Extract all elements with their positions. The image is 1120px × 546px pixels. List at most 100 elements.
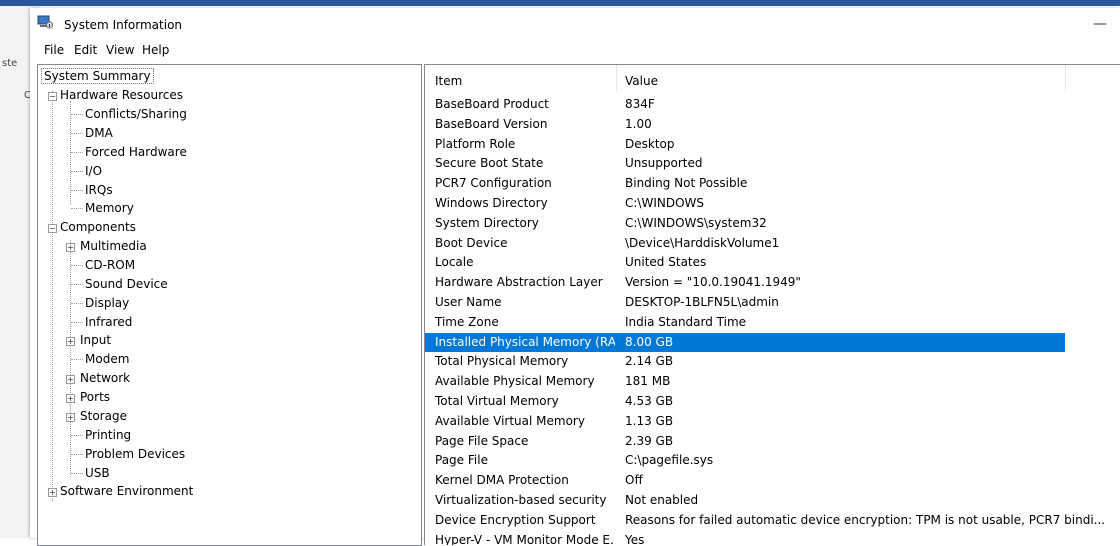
column-header-value[interactable]: Value	[625, 71, 658, 91]
tree-item-display[interactable]: Display	[85, 294, 129, 312]
system-information-window: System Information — File Edit View Help…	[30, 8, 1120, 546]
table-row[interactable]: Available Virtual Memory 1.13 GB	[425, 412, 1065, 432]
tree-item-irqs[interactable]: IRQs	[85, 181, 113, 199]
table-row[interactable]: Secure Boot State Unsupported	[425, 154, 1065, 174]
tree-connector	[71, 208, 83, 209]
menu-edit[interactable]: Edit	[74, 43, 97, 57]
tree-item-system-summary[interactable]: System Summary	[41, 67, 154, 85]
expand-icon[interactable]: +	[66, 394, 75, 403]
expand-icon[interactable]: +	[66, 413, 75, 422]
table-row[interactable]: Installed Physical Memory (RAM) 8.00 GB	[425, 332, 1065, 353]
column-divider[interactable]	[616, 65, 617, 91]
table-row[interactable]: Hardware Abstraction Layer Version = "10.…	[425, 273, 1065, 293]
table-row[interactable]: Locale United States	[425, 253, 1065, 273]
tree-connector	[71, 473, 83, 474]
tree-item-printing[interactable]: Printing	[85, 426, 131, 444]
row-value-cell: C:\WINDOWS\system32	[625, 215, 767, 230]
tree-item-memory[interactable]: Memory	[85, 199, 134, 217]
tree-connector	[71, 284, 83, 285]
tree-item-components[interactable]: Components	[60, 218, 136, 236]
tree-item-infrared[interactable]: Infrared	[85, 313, 132, 331]
tree-item-network[interactable]: Network	[80, 369, 130, 387]
row-item-cell: System Directory	[435, 215, 539, 230]
menu-file[interactable]: File	[44, 43, 64, 57]
table-row[interactable]: BaseBoard Product 834F	[425, 95, 1065, 115]
tree-item-hardware-resources[interactable]: Hardware Resources	[60, 86, 183, 104]
background-text-fragment: ste	[2, 58, 18, 69]
tree-item-modem[interactable]: Modem	[85, 350, 129, 368]
row-item-cell: Available Virtual Memory	[435, 413, 585, 428]
table-row[interactable]: Platform Role Desktop	[425, 135, 1065, 155]
tree-connector	[71, 303, 83, 304]
table-row[interactable]: Total Virtual Memory 4.53 GB	[425, 392, 1065, 412]
row-value-cell: 2.14 GB	[625, 354, 674, 369]
title-bar[interactable]: System Information —	[30, 8, 1120, 40]
tree-connector	[71, 190, 83, 191]
tree-item-ports[interactable]: Ports	[80, 388, 110, 406]
row-value-cell: 4.53 GB	[625, 394, 674, 408]
minimize-button[interactable]: —	[1090, 14, 1110, 34]
expand-icon[interactable]: +	[66, 375, 75, 384]
tree-item-usb[interactable]: USB	[85, 464, 110, 482]
row-item-cell: Page File Space	[435, 433, 529, 448]
table-row[interactable]: User Name DESKTOP-1BLFN5L\admin	[425, 293, 1065, 313]
column-header-item[interactable]: Item	[435, 71, 462, 91]
tree-item-input[interactable]: Input	[80, 331, 111, 349]
tree-connector	[71, 322, 83, 323]
collapse-icon[interactable]: −	[48, 224, 57, 233]
column-divider[interactable]	[1065, 65, 1066, 91]
row-value-cell: Desktop	[625, 136, 675, 151]
row-item-cell: Total Virtual Memory	[435, 394, 559, 408]
row-value-cell: Binding Not Possible	[625, 176, 748, 191]
details-list[interactable]: Item Value BaseBoard Product 834F BaseBoar…	[424, 64, 1120, 545]
expand-icon[interactable]: +	[66, 337, 75, 346]
category-tree[interactable]: System Summary − Hardware Resources Conf…	[37, 64, 422, 546]
table-row[interactable]: Windows Directory C:\WINDOWS	[425, 194, 1065, 214]
table-row[interactable]: Page File Space 2.39 GB	[425, 432, 1065, 452]
table-row[interactable]: Virtualization-based security Not enabled	[425, 491, 1065, 511]
table-row[interactable]: Page File C:\pagefile.sys	[425, 451, 1065, 471]
table-row[interactable]: Device Encryption Support Reasons for fai…	[425, 511, 1105, 531]
background-app-ribbon	[0, 0, 1120, 6]
tree-item-conflicts-sharing[interactable]: Conflicts/Sharing	[85, 105, 187, 123]
row-value-cell: C:\pagefile.sys	[625, 453, 714, 468]
row-value-cell: DESKTOP-1BLFN5L\admin	[625, 295, 779, 309]
table-row[interactable]: Time Zone India Standard Time	[425, 313, 1065, 333]
row-item-cell: Secure Boot State	[435, 156, 544, 171]
expand-icon[interactable]: +	[48, 488, 57, 497]
tree-item-io[interactable]: I/O	[85, 162, 102, 180]
row-item-cell: Locale	[435, 255, 474, 270]
row-value-cell: Not enabled	[625, 493, 699, 507]
tree-connector	[71, 435, 83, 436]
row-item-cell: Available Physical Memory	[435, 374, 595, 389]
tree-item-dma[interactable]: DMA	[85, 124, 113, 142]
tree-connector	[71, 265, 83, 266]
table-row[interactable]: Total Physical Memory 2.14 GB	[425, 352, 1065, 372]
table-row[interactable]: System Directory C:\WINDOWS\system32	[425, 214, 1065, 234]
collapse-icon[interactable]: −	[48, 92, 57, 101]
tree-item-multimedia[interactable]: Multimedia	[80, 237, 147, 255]
tree-item-sound-device[interactable]: Sound Device	[85, 275, 168, 293]
table-row[interactable]: Available Physical Memory 181 MB	[425, 372, 1065, 392]
tree-item-forced-hardware[interactable]: Forced Hardware	[85, 143, 187, 161]
tree-item-software-environment[interactable]: Software Environment	[60, 482, 193, 500]
tree-item-cd-rom[interactable]: CD-ROM	[85, 256, 135, 274]
table-row[interactable]: BaseBoard Version 1.00	[425, 115, 1065, 135]
table-row[interactable]: Kernel DMA Protection Off	[425, 471, 1065, 491]
tree-connector	[71, 114, 83, 115]
menu-view[interactable]: View	[106, 43, 134, 57]
table-row[interactable]: Boot Device \Device\HarddiskVolume1	[425, 234, 1065, 254]
row-item-cell: Installed Physical Memory (RAM)	[435, 334, 615, 349]
row-value-cell: 2.39 GB	[625, 433, 674, 448]
row-value-cell: 1.00	[625, 116, 652, 131]
tree-connector	[71, 152, 83, 153]
row-value-cell: 181 MB	[625, 374, 671, 389]
row-value-cell: 8.00 GB	[625, 334, 674, 349]
menu-help[interactable]: Help	[142, 43, 169, 57]
row-value-cell: Unsupported	[625, 156, 703, 171]
tree-item-problem-devices[interactable]: Problem Devices	[85, 445, 185, 463]
row-value-cell: Version = "10.0.19041.1949"	[625, 275, 801, 290]
table-row[interactable]: PCR7 Configuration Binding Not Possible	[425, 174, 1065, 194]
tree-item-storage[interactable]: Storage	[80, 407, 127, 425]
expand-icon[interactable]: +	[66, 243, 75, 252]
